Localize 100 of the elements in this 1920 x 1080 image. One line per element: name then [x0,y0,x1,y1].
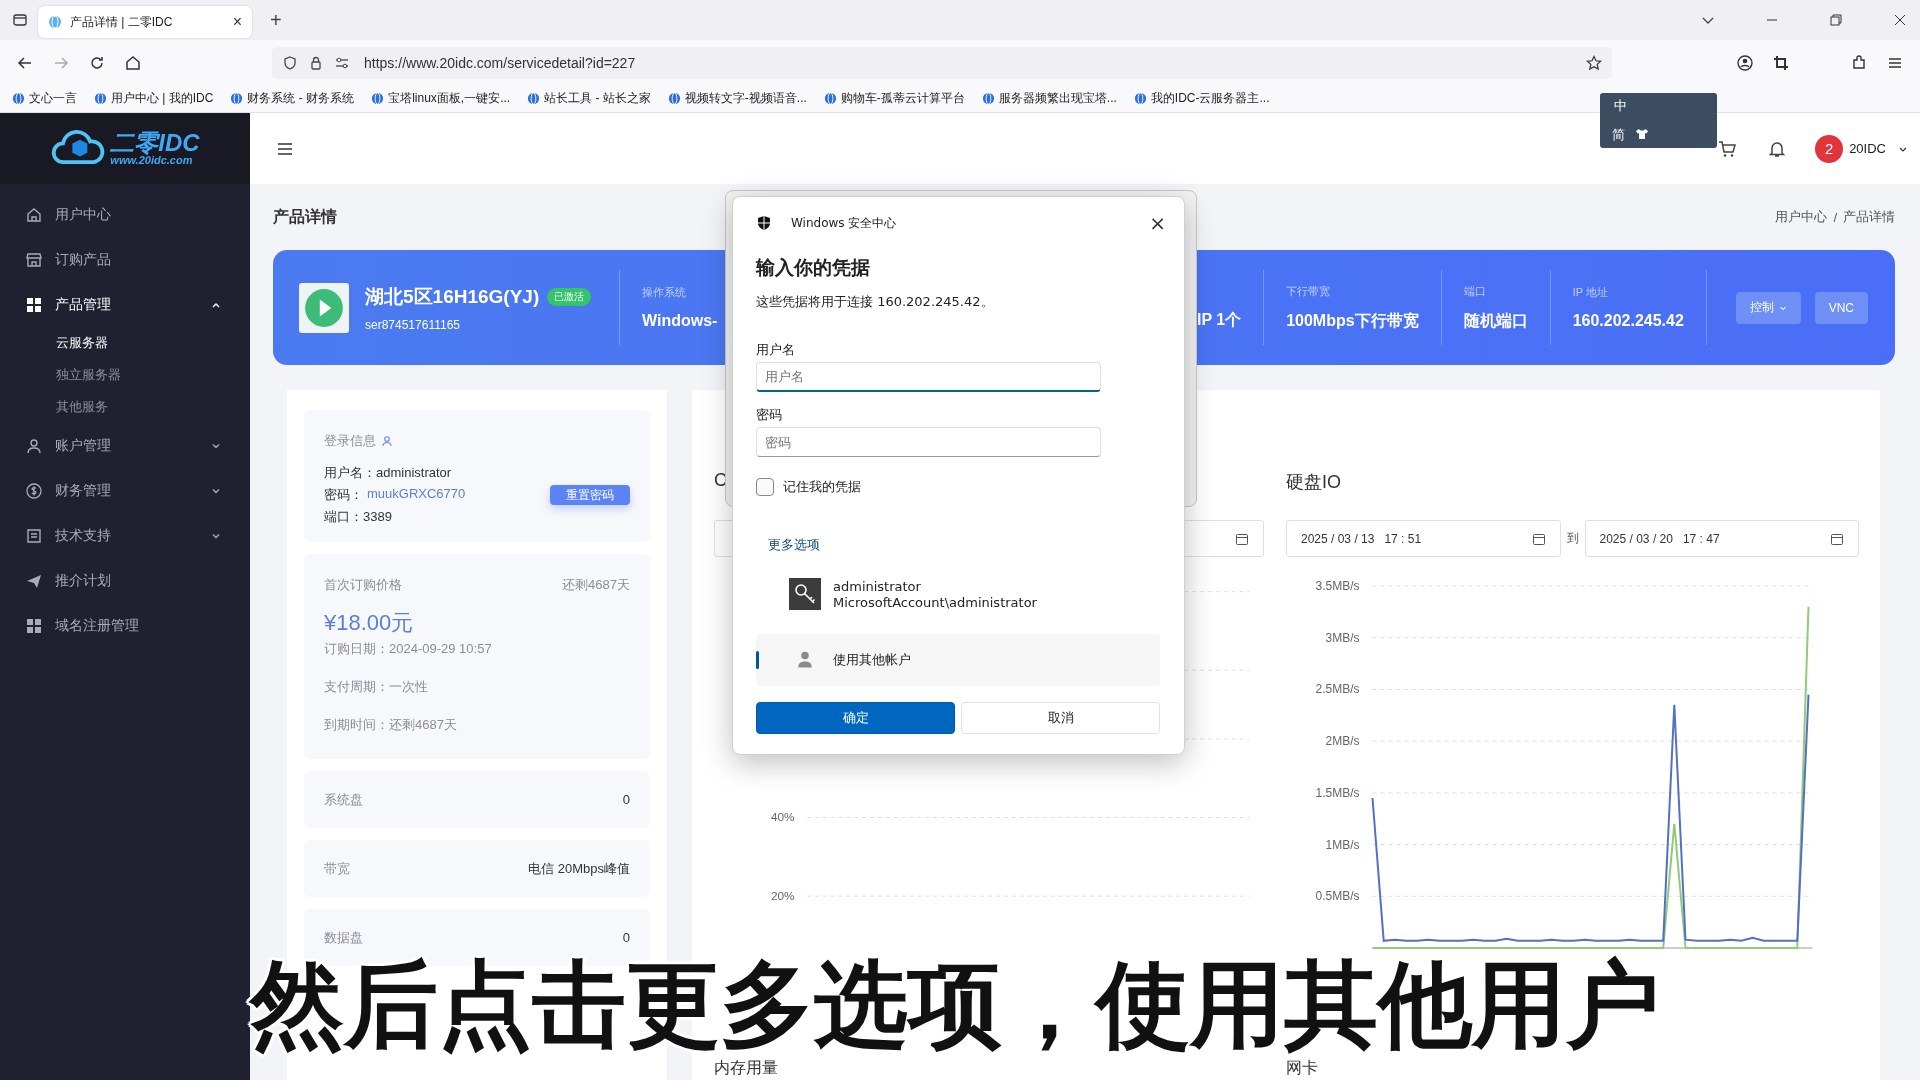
more-options-link[interactable]: 更多选项 [768,536,820,554]
field-label: 用户名 [756,341,796,359]
axis-tick: 2MB/s [1325,734,1360,749]
order-detail: 订购日期：2024-09-29 10:57 [324,640,493,658]
axis-tick: 20% [770,889,795,903]
spec-label: 系统盘 [324,790,363,809]
key-icon [789,578,821,610]
password-link[interactable]: muukGRXC6770 [367,486,466,504]
sidebar-subitem[interactable]: 独立服务器 [0,359,250,391]
close-button[interactable]: × [1149,211,1166,235]
bookmark[interactable]: 服务器频繁出现宝塔... [981,90,1117,107]
spec-value: 电信 20Mbps峰值 [528,859,630,878]
bookmark[interactable]: 购物车-孤蒂云计算平台 [823,90,965,107]
port-text: 端口：3389 [324,508,393,526]
star-icon[interactable] [1586,54,1602,71]
password-field[interactable]: 密码 [756,427,1101,457]
sidebar-item[interactable]: 域名注册管理 [0,603,250,648]
close-tab-button[interactable]: × [232,13,242,31]
tab-list-icon[interactable] [12,12,28,28]
dialog-app-name: Windows 安全中心 [791,214,897,232]
user-menu[interactable]: 20IDC [1849,141,1886,156]
sidebar-item[interactable]: 产品管理 [0,282,250,327]
globe-icon [371,92,385,105]
axis-tick: 3.5MB/s [1315,579,1360,593]
bookmark[interactable]: 用户中心 | 我的IDC [94,90,214,107]
breadcrumb-link[interactable]: 用户中心 [1775,208,1828,226]
cancel-button[interactable]: 取消 [961,702,1160,734]
user-icon [381,435,393,447]
breadcrumb-link[interactable]: 产品详情 [1843,208,1895,226]
bookmark[interactable]: 宝塔linux面板,一键安... [371,90,511,107]
sidebar-item[interactable]: 财务管理 [0,468,250,513]
spec-label: 数据盘 [324,928,363,947]
account-icon[interactable] [1736,53,1754,72]
product-name: 湖北5区16H16G(YJ) [365,284,540,309]
shirt-icon[interactable] [1635,128,1649,140]
checkbox[interactable] [756,478,774,496]
globe-icon [667,92,681,105]
date-field[interactable]: 2025 / 03 / 13 17 : 51 [1286,520,1561,557]
ok-button[interactable]: 确定 [756,702,955,734]
account-option[interactable]: administrator MicrosoftAccount\administrator [756,570,1160,618]
home-icon[interactable] [124,53,142,72]
account-option[interactable]: 使用其他帐户 [756,634,1160,686]
sidebar-subitem[interactable]: 其他服务 [0,391,250,423]
ime-toolbar[interactable]: 中 简 [1600,93,1717,148]
info-value: 160.202.245.42 [1572,312,1684,330]
sidebar-item[interactable]: 用户中心 [0,192,250,237]
document-icon [25,526,43,545]
info-value: 100Mbps下行带宽 [1286,310,1419,331]
grid-icon [25,295,43,314]
reset-password-button[interactable]: 重置密码 [550,485,630,505]
bookmark[interactable]: 视频转文字-视频语音... [667,90,807,107]
home-icon [25,205,43,224]
sidebar-item[interactable]: 推介计划 [0,558,250,603]
dollar-icon [25,481,43,500]
order-detail: 支付周期：一次性 [324,678,429,696]
range-separator: 到 [1566,530,1579,547]
input-mode[interactable]: 中 [1614,97,1627,115]
calendar-icon [1830,531,1844,546]
page-title: 产品详情 [273,206,337,227]
avatar[interactable]: 2 [1815,134,1844,163]
new-tab-button[interactable]: + [270,8,282,32]
password-label: 密码： [324,486,363,504]
axis-tick: 1.5MB/s [1315,785,1360,800]
globe-icon [94,92,107,105]
calendar-icon [1531,531,1546,546]
script-mode[interactable]: 简 [1612,126,1625,144]
dialog-title: 输入你的凭据 [756,255,871,280]
globe-icon [527,92,541,105]
grid-icon [25,616,43,635]
bookmark[interactable]: 我的IDC-云服务器主... [1133,90,1270,107]
panel-title: 首次订购价格 [324,576,402,594]
sidebar-subitem[interactable]: 云服务器 [0,327,250,359]
checkbox-label[interactable]: 记住我的凭据 [783,478,861,496]
sidebar-item[interactable]: 技术支持 [0,513,250,558]
spec-label: 带宽 [324,859,350,878]
bookmark[interactable]: 文心一言 [12,90,77,107]
cart-icon[interactable] [1717,138,1738,159]
address-bar[interactable]: https://www.20idc.com/servicedetail?id=227 [272,46,1612,79]
calendar-icon [1235,531,1249,546]
username-field[interactable]: 用户名 [756,362,1101,392]
restore-icon[interactable] [1828,12,1844,28]
browser-tab[interactable]: 产品详情 | 二零IDC × [38,6,252,38]
globe-icon [48,15,62,29]
date-field[interactable]: 2025 / 03 / 20 17 : 47 [1584,520,1859,557]
lock-icon[interactable] [308,54,324,71]
bookmark[interactable]: 财务系统 - 财务系统 [230,90,355,107]
sidebar-item[interactable]: 订购产品 [0,237,250,282]
sidebar-item[interactable]: 账户管理 [0,423,250,468]
extensions-icon[interactable] [1850,53,1868,72]
shield-icon[interactable] [282,54,298,71]
axis-tick: 40% [770,810,795,824]
close-icon[interactable] [1892,12,1908,28]
field-label: 密码 [756,406,783,424]
bookmark[interactable]: 站长工具 - 站长之家 [527,90,651,107]
axis-tick: 2.5MB/s [1315,682,1360,697]
user-icon [25,436,43,455]
breadcrumb-separator: / [1833,209,1837,225]
logo[interactable]: 二零IDC www.20idc.com [0,113,250,184]
crop-icon[interactable] [1772,53,1790,72]
info-value: IP 1个 [1197,309,1242,330]
